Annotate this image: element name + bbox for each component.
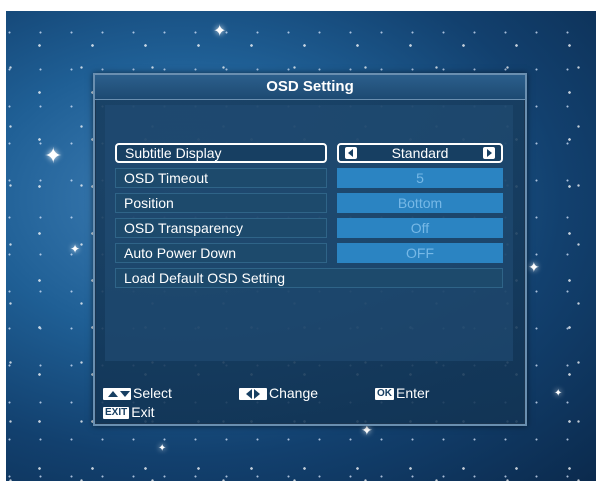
menu-row-value[interactable]: OFF	[337, 243, 503, 263]
menu-row-label: Auto Power Down	[115, 243, 327, 263]
help-bar: Select Change OK Enter EXIT Exit	[95, 375, 525, 424]
up-down-arrow-key-icon	[103, 388, 131, 401]
star-decoration: ✦	[158, 443, 167, 454]
hint-exit: EXIT Exit	[103, 404, 155, 420]
dialog-title: OSD Setting	[95, 75, 525, 100]
hint-select-label: Select	[133, 385, 172, 401]
tv-screen: ✦ ✦ ✦ ✦ ✦ ✦ ✦ OSD Setting Subtitle Displ…	[6, 11, 596, 481]
hint-change-label: Change	[269, 385, 319, 401]
arrow-right-icon[interactable]	[483, 147, 495, 159]
menu-row-label: Subtitle Display	[115, 143, 327, 163]
menu-row-value[interactable]: Off	[337, 218, 503, 238]
menu-row-label: OSD Transparency	[115, 218, 327, 238]
hint-select: Select	[103, 385, 172, 401]
hint-change: Change	[239, 385, 318, 401]
hint-enter: OK Enter	[375, 385, 429, 401]
menu-row-label: Position	[115, 193, 327, 213]
star-decoration: ✦	[361, 423, 373, 439]
menu-row-value[interactable]: 5	[337, 168, 503, 188]
ok-key-icon: OK	[375, 388, 394, 401]
hint-enter-label: Enter	[396, 385, 430, 401]
star-decoration: ✦	[44, 144, 63, 169]
menu-row-value[interactable]: Bottom	[337, 193, 503, 213]
menu-area: Subtitle Display Standard OSD Timeout 5 …	[105, 105, 513, 361]
hint-exit-label: Exit	[131, 404, 155, 420]
star-decoration: ✦	[213, 21, 227, 40]
arrow-left-icon[interactable]	[345, 147, 357, 159]
exit-key-icon: EXIT	[103, 407, 130, 420]
star-decoration: ✦	[528, 260, 540, 276]
star-decoration: ✦	[70, 242, 81, 256]
star-decoration: ✦	[554, 388, 563, 399]
osd-setting-dialog: OSD Setting Subtitle Display Standard OS…	[93, 73, 527, 426]
subtitle-display-value-selector[interactable]: Standard	[337, 143, 503, 163]
load-default-osd-setting-button[interactable]: Load Default OSD Setting	[115, 268, 503, 288]
menu-row-label: OSD Timeout	[115, 168, 327, 188]
menu-row-value: Standard	[391, 145, 449, 161]
left-right-arrow-key-icon	[239, 388, 267, 401]
